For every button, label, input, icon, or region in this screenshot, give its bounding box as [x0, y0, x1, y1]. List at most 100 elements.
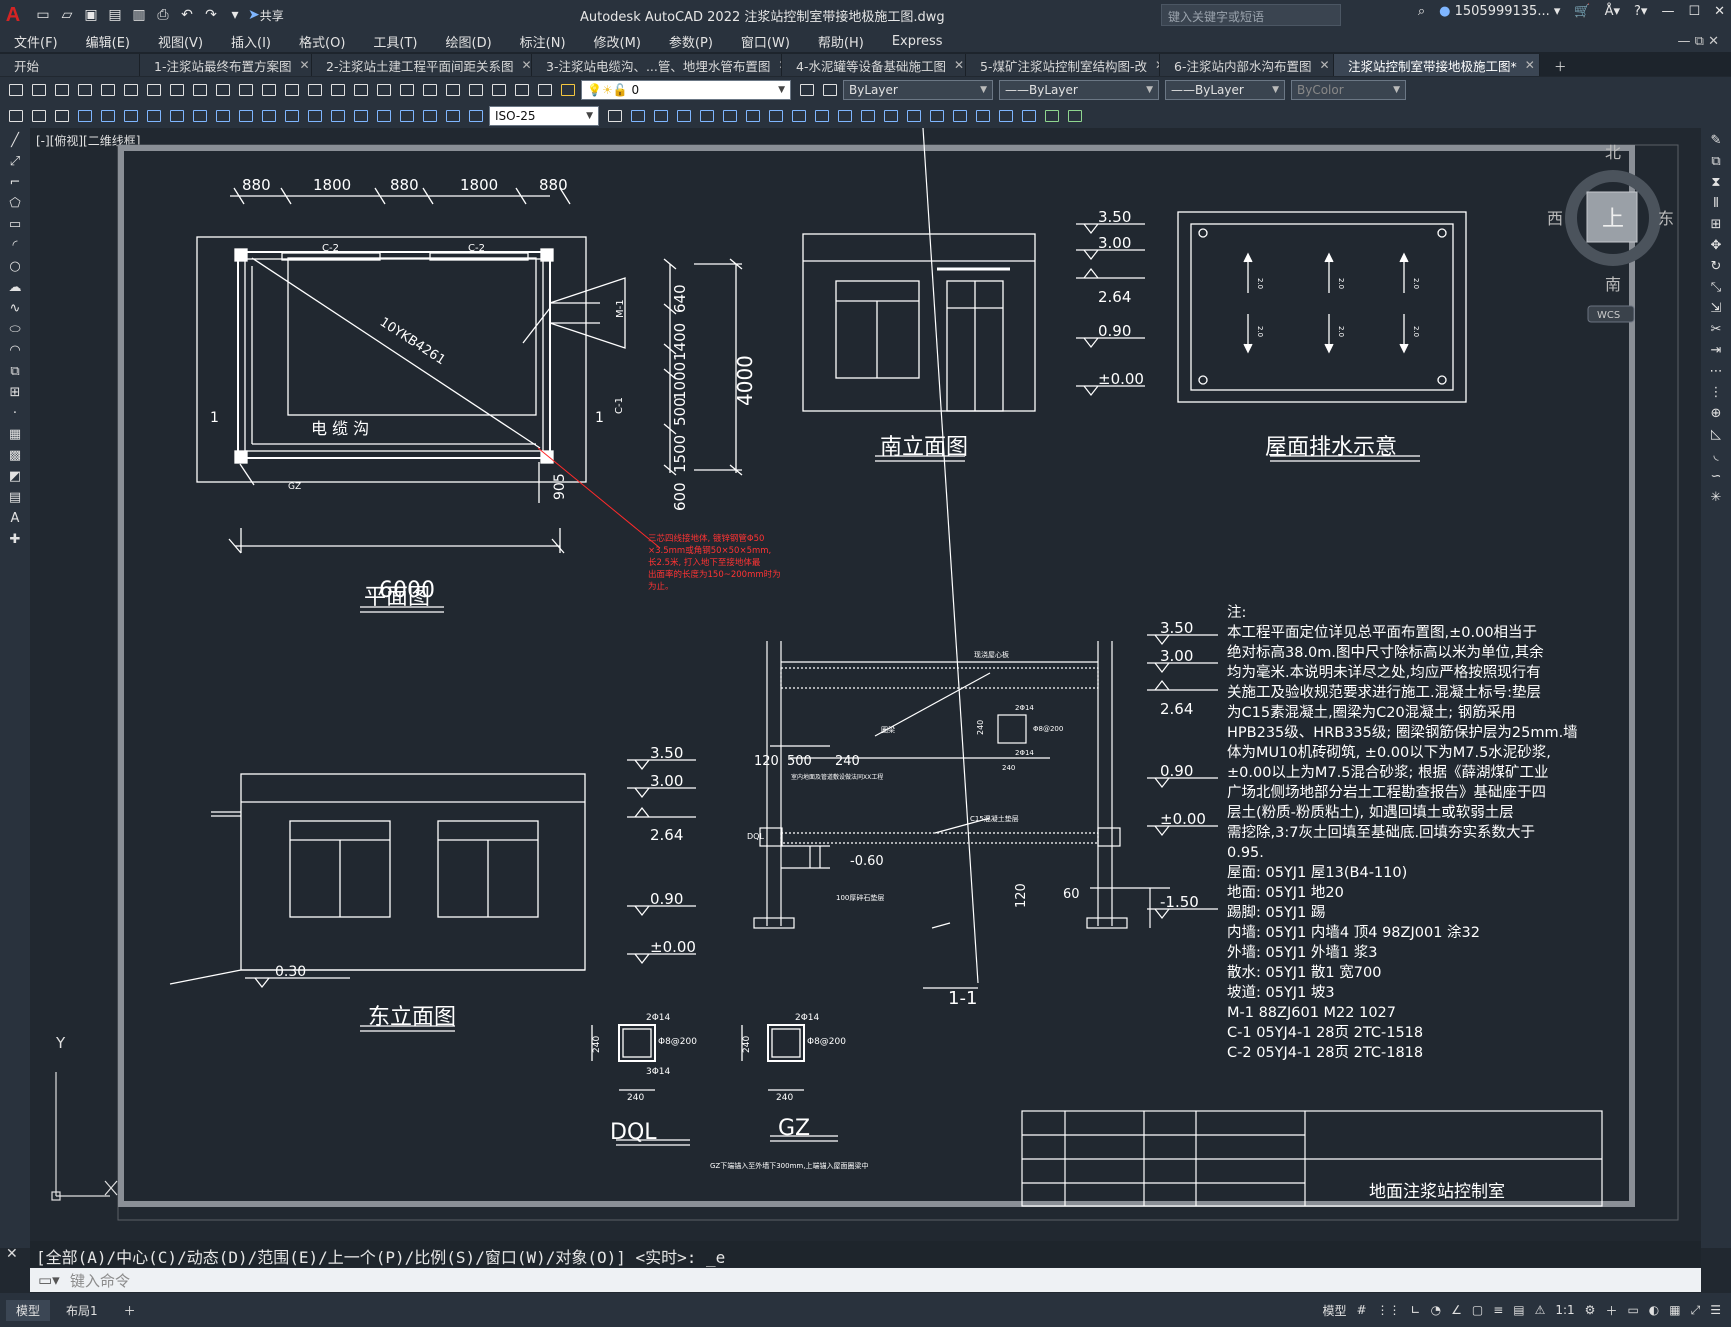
settings-icon[interactable]: ⚙: [1585, 1303, 1596, 1317]
model-space-button[interactable]: 模型: [1322, 1302, 1346, 1319]
sheet-set-icon[interactable]: [443, 81, 463, 99]
drawing-canvas[interactable]: 880 1800 880 1800 880 C-2 C-2 10YKB4261 …: [30, 128, 1701, 1238]
layer-freeze-icon[interactable]: [29, 107, 49, 125]
transparency-icon[interactable]: ▤: [1513, 1303, 1524, 1317]
polygon-icon[interactable]: ⬠: [4, 194, 26, 212]
menu-window[interactable]: 窗口(W): [727, 32, 804, 51]
osnap-icon[interactable]: ▢: [1472, 1303, 1483, 1317]
layer-off-icon[interactable]: [52, 107, 72, 125]
viewcube-west[interactable]: 西: [1547, 209, 1563, 228]
ucs-z-icon[interactable]: [881, 107, 901, 125]
cut-icon[interactable]: [144, 81, 164, 99]
isodraft-icon[interactable]: ∠: [1451, 1303, 1462, 1317]
conceptual-icon[interactable]: [950, 107, 970, 125]
diameter-dim-icon[interactable]: [213, 107, 233, 125]
save-as-icon[interactable]: ▤: [104, 4, 126, 26]
command-icon[interactable]: ▭▾: [38, 1271, 60, 1289]
dim-edit-icon[interactable]: [466, 107, 486, 125]
color-select[interactable]: ByLayer ▼: [843, 80, 993, 100]
tab-file-3[interactable]: 3-注浆站电缆沟、...管、地埋水管布置图✕: [532, 54, 782, 76]
lineweight-icon[interactable]: ≡: [1493, 1303, 1503, 1317]
scale-button[interactable]: 1:1: [1555, 1303, 1574, 1317]
close-tab-icon[interactable]: ✕: [1319, 58, 1329, 72]
viewcube[interactable]: 上 北 南 东 西 WCS: [1547, 143, 1674, 323]
zoom-previous-icon[interactable]: [351, 81, 371, 99]
new-file-icon[interactable]: ▭: [32, 4, 54, 26]
tool-palette-icon[interactable]: [420, 81, 440, 99]
line-icon[interactable]: ╱: [4, 131, 26, 149]
search-icon[interactable]: ⌕: [1418, 4, 1425, 19]
menu-modify[interactable]: 修改(M): [580, 32, 655, 51]
ucs-3point-icon[interactable]: [812, 107, 832, 125]
mirror-icon[interactable]: ⧗: [1705, 173, 1727, 191]
explode-icon[interactable]: ✳: [1705, 488, 1727, 506]
layer-state-icon[interactable]: [558, 81, 578, 99]
chamfer-icon[interactable]: ◺: [1705, 425, 1727, 443]
print-icon[interactable]: [75, 81, 95, 99]
preview-icon[interactable]: [98, 81, 118, 99]
autodesk-app-icon[interactable]: Å▾: [1605, 4, 1620, 19]
help-icon[interactable]: ?▾: [1634, 4, 1647, 19]
ucs-object-icon[interactable]: [720, 107, 740, 125]
continue-dim-icon[interactable]: [305, 107, 325, 125]
customize-dropdown-icon[interactable]: ▾: [224, 4, 246, 26]
calc-icon[interactable]: [489, 81, 509, 99]
new-tab-button[interactable]: ＋: [1540, 54, 1576, 76]
ucs-face-icon[interactable]: [697, 107, 717, 125]
menu-edit[interactable]: 编辑(E): [72, 32, 144, 51]
viewcube-east[interactable]: 东: [1658, 209, 1674, 228]
properties-icon[interactable]: [374, 81, 394, 99]
help-icon[interactable]: [512, 81, 532, 99]
menu-help[interactable]: 帮助(H): [804, 32, 878, 51]
ucs-previous-icon[interactable]: [674, 107, 694, 125]
join-icon[interactable]: ⊕: [1705, 404, 1727, 422]
spline-icon[interactable]: ∿: [4, 299, 26, 317]
ucs-y-icon[interactable]: [858, 107, 878, 125]
scale-icon[interactable]: ⤡: [1705, 278, 1727, 296]
ucs-icon[interactable]: [51, 1072, 118, 1201]
share-icon[interactable]: ➤ 共享: [248, 4, 284, 26]
user-account[interactable]: ● 1505999135... ▾: [1439, 4, 1560, 19]
markup-icon[interactable]: [466, 81, 486, 99]
gradient-icon[interactable]: ▩: [4, 446, 26, 464]
add-layout-icon[interactable]: ＋: [114, 1300, 146, 1321]
jogged-linear-icon[interactable]: [443, 107, 463, 125]
dimstyle-select[interactable]: ISO-25 ▼: [489, 106, 599, 126]
pan-icon[interactable]: [282, 81, 302, 99]
circle-icon[interactable]: ○: [4, 257, 26, 275]
insert-block-icon[interactable]: ⧉: [4, 362, 26, 380]
angular-dim-icon[interactable]: [236, 107, 256, 125]
ellipse-arc-icon[interactable]: ◠: [4, 341, 26, 359]
redo-icon[interactable]: [259, 81, 279, 99]
ucs-icon[interactable]: [628, 107, 648, 125]
region-icon[interactable]: ◩: [4, 467, 26, 485]
lineweight-select[interactable]: —— ByLayer ▼: [1165, 80, 1285, 100]
save-icon[interactable]: [52, 81, 72, 99]
menu-express[interactable]: Express: [878, 34, 957, 49]
viewcube-north[interactable]: 北: [1605, 143, 1621, 162]
graphics-icon[interactable]: ▦: [1669, 1303, 1680, 1317]
command-input[interactable]: ▭▾ 键入命令: [30, 1268, 1701, 1292]
plus-icon[interactable]: ＋: [1605, 1302, 1617, 1319]
undo-icon[interactable]: [236, 81, 256, 99]
doc-window-controls[interactable]: — ⧉ ✕: [1678, 34, 1731, 49]
add-selected-icon[interactable]: ✚: [4, 530, 26, 548]
zoom-icon[interactable]: [305, 81, 325, 99]
layer-iso-icon[interactable]: [6, 107, 26, 125]
arc-icon[interactable]: ◜: [4, 236, 26, 254]
realistic-icon[interactable]: [927, 107, 947, 125]
tab-file-2[interactable]: 2-注浆站土建工程平面间距关系图 ✕: [312, 54, 532, 76]
ucs-zaxis-icon[interactable]: [789, 107, 809, 125]
tolerance-icon[interactable]: [374, 107, 394, 125]
erase-icon[interactable]: ✎: [1705, 131, 1727, 149]
lights-icon[interactable]: [1065, 107, 1085, 125]
offset-icon[interactable]: ⫴: [1705, 194, 1727, 212]
break-icon[interactable]: ⋮: [1705, 383, 1727, 401]
open-web-icon[interactable]: ▥: [128, 4, 150, 26]
ellipse-icon[interactable]: ⬭: [4, 320, 26, 338]
construction-line-icon[interactable]: ⤢: [4, 152, 26, 170]
close-tab-icon[interactable]: ✕: [521, 58, 531, 72]
search-input[interactable]: 键入关键字或短语: [1161, 4, 1341, 26]
table-icon[interactable]: ▤: [4, 488, 26, 506]
make-block-icon[interactable]: ⊞: [4, 383, 26, 401]
